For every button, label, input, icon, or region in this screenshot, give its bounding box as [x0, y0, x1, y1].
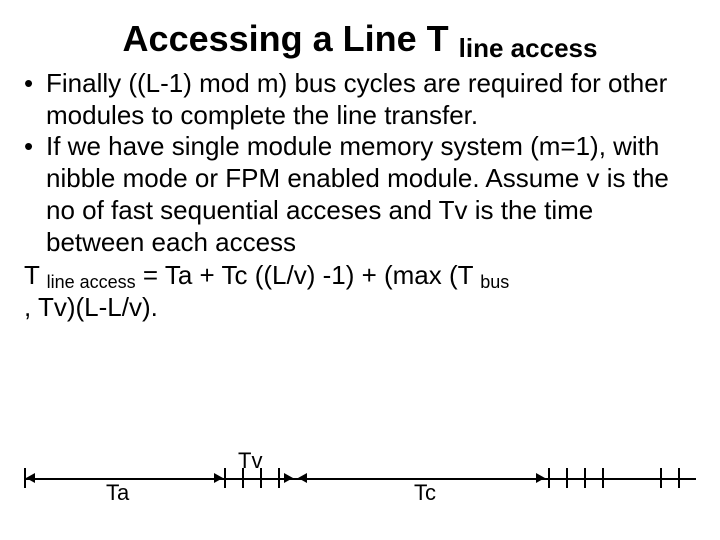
tick-mark: [24, 468, 26, 488]
bullet-list: • Finally ((L-1) mod m) bus cycles are r…: [24, 68, 696, 258]
label-ta: Ta: [106, 480, 129, 506]
title-main: Accessing a Line T: [123, 18, 459, 59]
list-item: • Finally ((L-1) mod m) bus cycles are r…: [24, 68, 696, 131]
tick-mark: [566, 468, 568, 488]
formula-mid: = Ta + Tc ((L/v) -1) + (max (T: [136, 260, 481, 290]
tick-mark: [660, 468, 662, 488]
arrow-right-icon: [214, 473, 223, 483]
bullet-text: If we have single module memory system (…: [46, 131, 696, 258]
formula-tail: , Tv)(L-L/v).: [24, 292, 158, 322]
bullet-dot: •: [24, 131, 46, 258]
timing-diagram: Ta Tv Tc: [24, 454, 696, 504]
title-subscript: line access: [459, 33, 598, 63]
tick-mark: [602, 468, 604, 488]
tick-mark: [224, 468, 226, 488]
formula-line: T line access = Ta + Tc ((L/v) -1) + (ma…: [24, 260, 696, 323]
tick-mark: [678, 468, 680, 488]
arrow-right-icon: [536, 473, 545, 483]
bullet-text: Finally ((L-1) mod m) bus cycles are req…: [46, 68, 696, 131]
list-item: • If we have single module memory system…: [24, 131, 696, 258]
page-title: Accessing a Line T line access: [24, 18, 696, 60]
arrow-right-icon: [284, 473, 293, 483]
tick-mark: [260, 468, 262, 488]
formula-lhs-sub: line access: [47, 272, 136, 292]
bullet-dot: •: [24, 68, 46, 131]
tick-mark: [548, 468, 550, 488]
tick-mark: [242, 468, 244, 488]
arrow-left-icon: [298, 473, 307, 483]
tick-mark: [584, 468, 586, 488]
label-tc: Tc: [414, 480, 436, 506]
formula-lhs-t: T: [24, 260, 47, 290]
formula-bus-sub: bus: [480, 272, 509, 292]
arrow-left-icon: [26, 473, 35, 483]
tick-mark: [278, 468, 280, 488]
